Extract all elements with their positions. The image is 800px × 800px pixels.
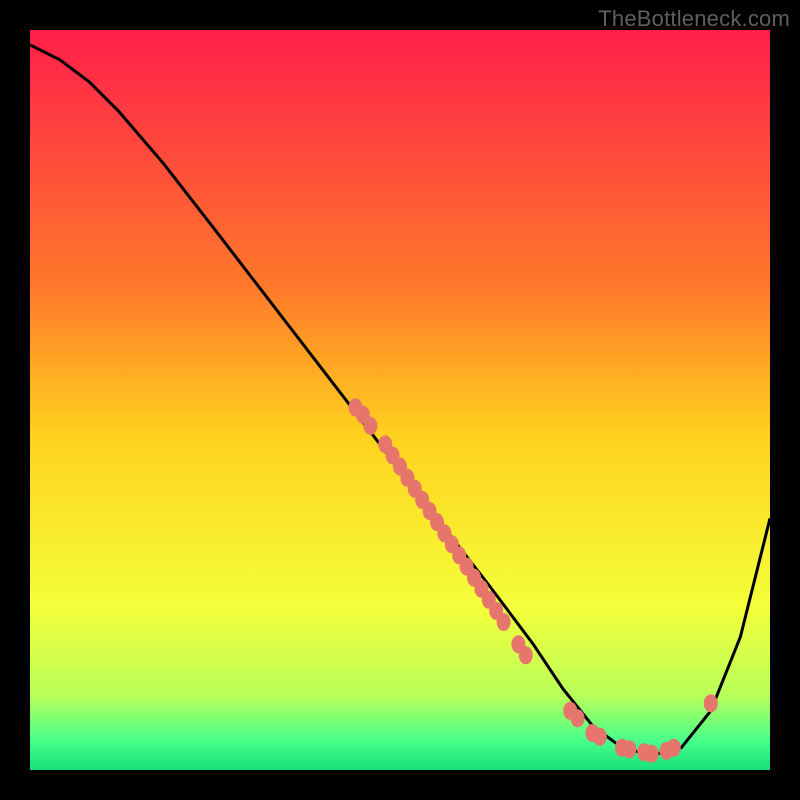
curve-marker	[593, 728, 607, 746]
watermark-label: TheBottleneck.com	[598, 6, 790, 32]
curve-marker	[363, 417, 377, 435]
plot-svg	[30, 30, 770, 770]
bottleneck-plot	[30, 30, 770, 770]
gradient-background	[30, 30, 770, 770]
curve-marker	[645, 745, 659, 763]
curve-marker	[622, 740, 636, 758]
chart-frame: TheBottleneck.com	[0, 0, 800, 800]
curve-marker	[667, 739, 681, 757]
curve-marker	[704, 694, 718, 712]
curve-marker	[571, 709, 585, 727]
curve-marker	[519, 646, 533, 664]
curve-marker	[497, 613, 511, 631]
